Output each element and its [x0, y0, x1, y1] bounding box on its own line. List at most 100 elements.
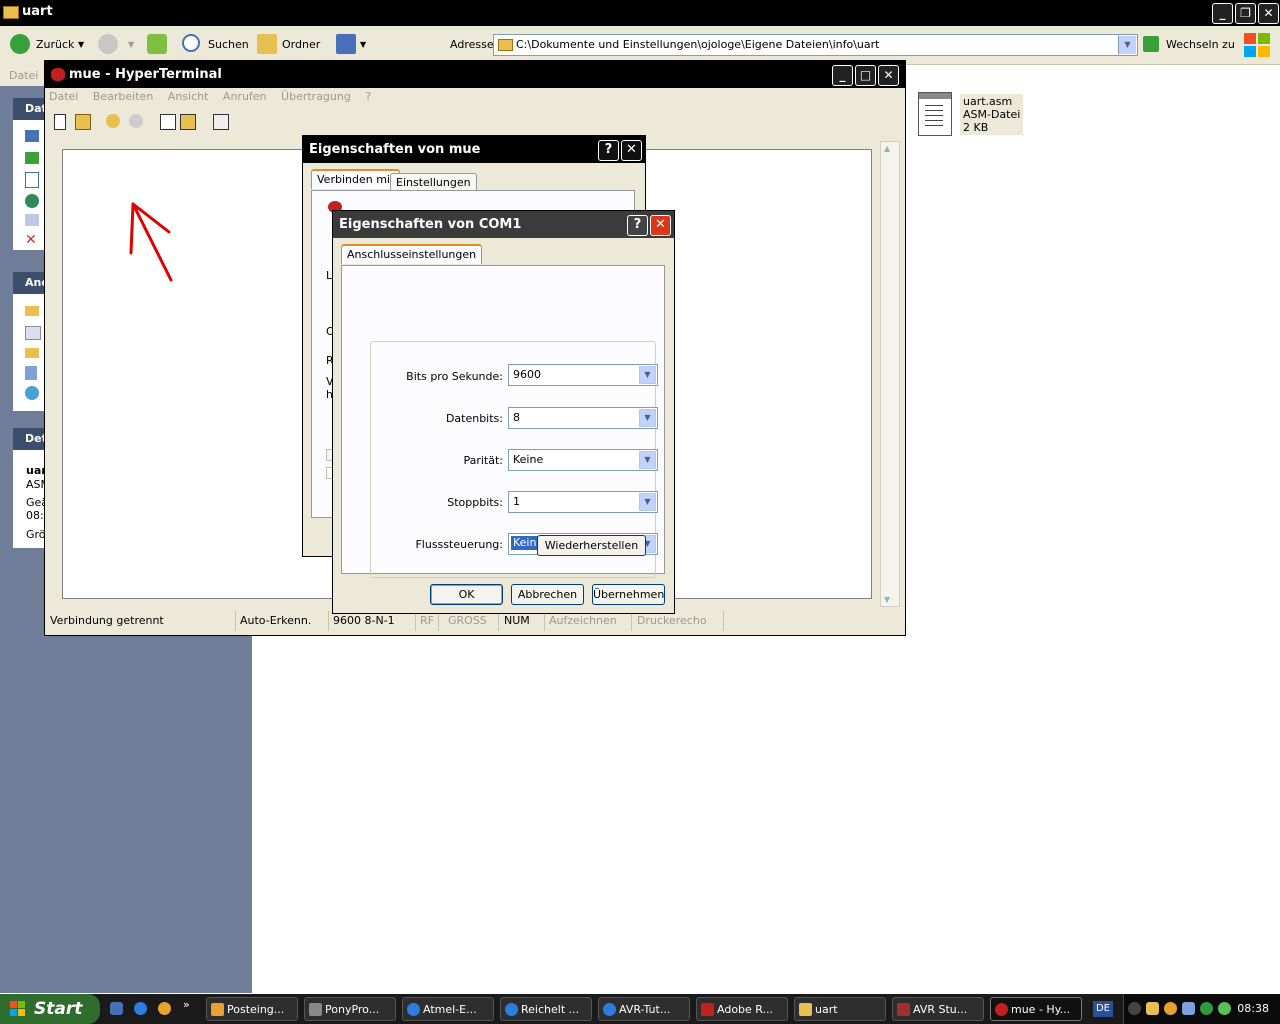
copy-icon[interactable]	[25, 172, 39, 188]
new-file-icon[interactable]	[54, 114, 66, 130]
taskbar-item-outlook[interactable]: Posteing...	[206, 997, 298, 1021]
forward-dropdown-icon[interactable]: ▼	[128, 35, 134, 55]
chevron-down-icon[interactable]: ▼	[639, 451, 656, 469]
properties-icon[interactable]	[213, 114, 229, 130]
help-icon[interactable]: ?	[598, 140, 619, 161]
tab-port-settings[interactable]: Anschlusseinstellungen	[341, 244, 483, 264]
hyperterminal-title-bar[interactable]: mue - HyperTerminal _ □ ✕	[45, 61, 905, 88]
taskbar-item-adobe-reader[interactable]: Adobe R...	[696, 997, 788, 1021]
scroll-up-icon[interactable]: ▲	[884, 144, 890, 153]
internet-explorer-icon	[407, 1003, 420, 1016]
open-folder-icon[interactable]	[75, 114, 91, 130]
menu-view[interactable]: Ansicht	[168, 90, 209, 103]
folder-icon[interactable]	[25, 348, 39, 358]
help-icon[interactable]: ?	[627, 215, 648, 236]
tray-security-icon[interactable]	[1218, 1002, 1231, 1015]
tray-network-icon[interactable]	[1182, 1002, 1195, 1015]
status-caps: GROSS	[445, 611, 499, 631]
explorer-title: uart	[22, 4, 53, 19]
tab-connect-to[interactable]: Verbinden mit	[311, 169, 401, 189]
folder-icon[interactable]	[25, 306, 39, 316]
mail-icon[interactable]	[25, 214, 39, 226]
taskbar-item-avr-tutorial[interactable]: AVR-Tut...	[598, 997, 690, 1021]
adobe-reader-icon	[701, 1003, 714, 1016]
com-dialog-title: Eigenschaften von COM1	[339, 217, 522, 232]
restore-icon[interactable]: ❐	[1235, 3, 1256, 24]
send-icon[interactable]	[160, 114, 176, 130]
com-properties-dialog: Eigenschaften von COM1 ? ✕ Anschlusseins…	[332, 210, 675, 614]
properties-dialog-title-bar[interactable]: Eigenschaften von mue ? ✕	[303, 136, 645, 163]
delete-icon[interactable]: ✕	[25, 232, 37, 248]
taskbar-item-hyperterminal[interactable]: mue - Hy...	[990, 997, 1082, 1021]
task-icon[interactable]	[25, 152, 39, 164]
internet-explorer-icon[interactable]	[134, 1002, 147, 1015]
ok-button[interactable]: OK	[430, 584, 503, 605]
close-icon[interactable]: ✕	[650, 215, 671, 236]
task-icon[interactable]	[25, 130, 39, 142]
address-dropdown-icon[interactable]: ▼	[1118, 35, 1137, 55]
menu-transfer[interactable]: Übertragung	[281, 90, 351, 103]
tray-clock-icon[interactable]	[1164, 1002, 1177, 1015]
menu-edit[interactable]: Bearbeiten	[93, 90, 153, 103]
minimize-icon[interactable]: _	[832, 65, 853, 86]
address-field[interactable]: C:\Dokumente und Einstellungen\ojologe\E…	[493, 34, 1138, 56]
back-button[interactable]: Zurück	[36, 35, 74, 55]
file-item-label[interactable]: uart.asm ASM-Datei 2 KB	[960, 94, 1024, 135]
notepad-file-icon[interactable]	[918, 92, 952, 136]
cancel-button[interactable]: Abbrechen	[511, 584, 584, 605]
close-icon[interactable]: ✕	[878, 65, 899, 86]
explorer-title-bar[interactable]: uart _ ❐ ✕	[0, 0, 1280, 26]
chevron-down-icon[interactable]: ▼	[639, 493, 656, 511]
menu-help[interactable]: ?	[365, 90, 371, 103]
language-indicator[interactable]: DE	[1093, 1001, 1113, 1017]
data-bits-select[interactable]: 8 ▼	[508, 407, 658, 429]
call-phone-icon[interactable]	[106, 114, 120, 128]
receive-icon[interactable]	[180, 114, 196, 130]
taskbar-item-atmel[interactable]: Atmel-E...	[402, 997, 494, 1021]
restore-defaults-button[interactable]: Wiederherstellen	[537, 535, 646, 556]
stop-bits-select[interactable]: 1 ▼	[508, 491, 658, 513]
taskbar-item-reichelt[interactable]: Reichelt ...	[500, 997, 592, 1021]
com-dialog-title-bar[interactable]: Eigenschaften von COM1 ? ✕	[333, 211, 674, 238]
up-folder-icon[interactable]	[147, 34, 167, 54]
globe-icon[interactable]	[25, 194, 39, 208]
views-dropdown-icon[interactable]: ▼	[360, 35, 366, 55]
properties-dialog-title: Eigenschaften von mue	[309, 142, 481, 157]
views-icon[interactable]	[336, 34, 356, 54]
taskbar-item-ponyprog[interactable]: PonyPro...	[304, 997, 396, 1021]
menu-call[interactable]: Anrufen	[223, 90, 267, 103]
address-label: Adresse	[450, 38, 494, 51]
menu-file[interactable]: Datei	[49, 90, 78, 103]
folders-button[interactable]: Ordner	[282, 35, 320, 55]
go-button[interactable]: Wechseln zu	[1166, 35, 1235, 55]
taskbar-item-avr-studio[interactable]: AVR Stu...	[892, 997, 984, 1021]
minimize-icon[interactable]: _	[1212, 3, 1233, 24]
taskbar-item-uart-folder[interactable]: uart	[794, 997, 886, 1021]
tray-mail-icon[interactable]	[1146, 1002, 1159, 1015]
close-icon[interactable]: ✕	[621, 140, 642, 161]
forward-arrow-icon[interactable]	[98, 34, 118, 54]
start-button[interactable]: Start	[0, 994, 100, 1024]
chevron-down-icon[interactable]: ▼	[639, 366, 656, 384]
maximize-icon[interactable]: □	[855, 65, 876, 86]
quicklaunch-icon[interactable]	[158, 1002, 171, 1015]
vertical-scrollbar[interactable]: ▲ ▼	[880, 141, 900, 607]
back-dropdown-icon[interactable]: ▼	[78, 35, 84, 55]
chevron-down-icon[interactable]: ▼	[639, 409, 656, 427]
tray-clover-icon[interactable]	[1200, 1002, 1213, 1015]
chevron-more-icon[interactable]: »	[183, 998, 190, 1011]
documents-icon[interactable]	[25, 326, 41, 340]
show-desktop-icon[interactable]	[110, 1002, 123, 1015]
tray-expand-icon[interactable]	[1128, 1002, 1141, 1015]
details-modified-value: 08:	[26, 509, 44, 522]
disconnect-icon[interactable]	[129, 114, 143, 128]
search-button[interactable]: Suchen	[208, 35, 249, 55]
network-icon[interactable]	[25, 386, 39, 400]
apply-button[interactable]: Übernehmen	[592, 584, 665, 605]
menu-file[interactable]: Datei	[9, 69, 38, 82]
computer-icon[interactable]	[25, 366, 37, 380]
parity-select[interactable]: Keine ▼	[508, 449, 658, 471]
close-icon[interactable]: ✕	[1258, 3, 1279, 24]
baud-rate-select[interactable]: 9600 ▼	[508, 364, 658, 386]
scroll-down-icon[interactable]: ▼	[884, 595, 890, 604]
